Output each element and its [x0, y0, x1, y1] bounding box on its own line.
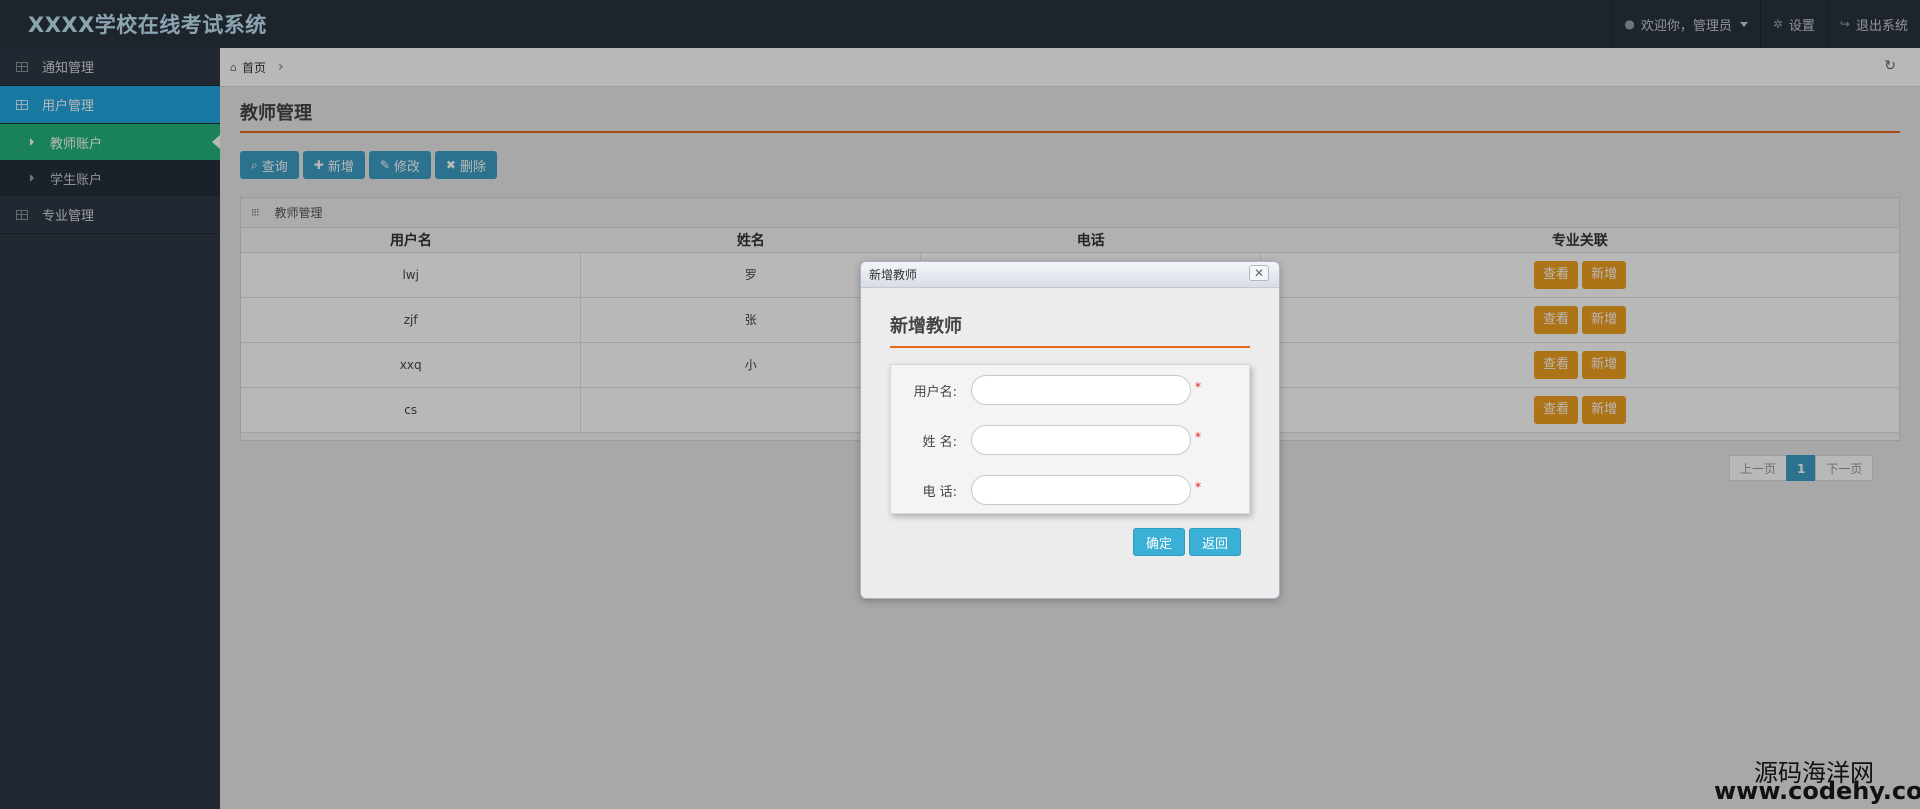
username-label: 用户名:: [913, 384, 957, 400]
username-input[interactable]: [971, 375, 1191, 405]
back-button[interactable]: 返回: [1189, 528, 1242, 556]
dialog-heading: 新增教师: [890, 316, 962, 337]
dialog-buttons: 确定 返回: [1133, 528, 1242, 556]
watermark-url: www.codehy.com: [1714, 777, 1920, 805]
form-row-username: 用户名: *: [891, 374, 1251, 406]
teacher-form: 用户名: * 姓 名: * 电 话: *: [890, 364, 1250, 514]
phone-label: 电 话:: [922, 484, 957, 500]
add-teacher-dialog: 新增教师 ✕ 新增教师 用户名: * 姓 名: * 电 话: * 确定 返回: [860, 261, 1280, 599]
dialog-window-title: 新增教师: [869, 268, 918, 282]
phone-input[interactable]: [971, 475, 1191, 505]
form-row-name: 姓 名: *: [891, 424, 1251, 456]
form-row-phone: 电 话: *: [891, 474, 1251, 506]
close-icon[interactable]: ✕: [1249, 265, 1269, 281]
required-marker: *: [1195, 430, 1201, 444]
name-label: 姓 名:: [922, 434, 957, 450]
confirm-button[interactable]: 确定: [1133, 528, 1186, 556]
dialog-divider: [890, 346, 1250, 348]
required-marker: *: [1195, 480, 1201, 494]
name-input[interactable]: [971, 425, 1191, 455]
required-marker: *: [1195, 380, 1201, 394]
dialog-titlebar[interactable]: 新增教师: [861, 262, 1279, 288]
